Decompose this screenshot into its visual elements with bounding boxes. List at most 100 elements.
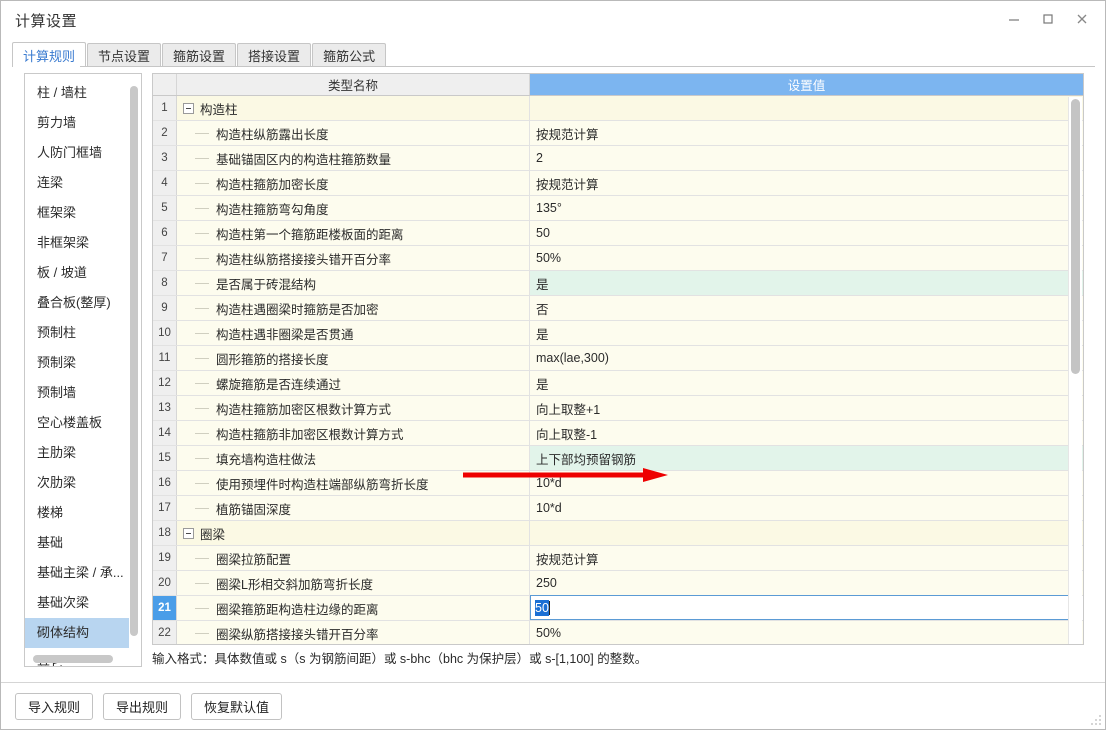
- grid-header-setting-value[interactable]: 设置值: [530, 74, 1083, 95]
- table-row[interactable]: 18 圈梁: [153, 521, 1083, 546]
- sidebar-item[interactable]: 基础次梁: [25, 588, 129, 618]
- sidebar-item[interactable]: 次肋梁: [25, 468, 129, 498]
- cell-setting-value[interactable]: 2: [530, 146, 1083, 170]
- close-icon[interactable]: [1065, 5, 1099, 33]
- table-row[interactable]: 6 构造柱第一个箍筋距楼板面的距离 50: [153, 221, 1083, 246]
- cell-type-name[interactable]: 构造柱纵筋搭接接头错开百分率: [177, 246, 530, 270]
- sidebar-horizontal-scrollbar[interactable]: [29, 655, 135, 663]
- cell-type-name[interactable]: 构造柱遇非圈梁是否贯通: [177, 321, 530, 345]
- cell-type-name[interactable]: 圈梁箍筋距构造柱边缘的距离: [177, 596, 530, 620]
- restore-defaults-button[interactable]: 恢复默认值: [191, 693, 283, 720]
- sidebar-item[interactable]: 连梁: [25, 168, 129, 198]
- table-row[interactable]: 10 构造柱遇非圈梁是否贯通 是: [153, 321, 1083, 346]
- tab-calculation-rules[interactable]: 计算规则: [12, 42, 87, 67]
- row-number[interactable]: 10: [153, 321, 177, 345]
- sidebar-item[interactable]: 空心楼盖板: [25, 408, 129, 438]
- row-number[interactable]: 21: [153, 596, 177, 620]
- cell-setting-value[interactable]: 250: [530, 571, 1083, 595]
- row-number[interactable]: 1: [153, 96, 177, 120]
- tab-lap-settings[interactable]: 搭接设置: [237, 43, 312, 67]
- sidebar-item[interactable]: 预制柱: [25, 318, 129, 348]
- table-row[interactable]: 1 构造柱: [153, 96, 1083, 121]
- cell-type-name[interactable]: 使用预埋件时构造柱端部纵筋弯折长度: [177, 471, 530, 495]
- minimize-icon[interactable]: [997, 5, 1031, 33]
- cell-type-name[interactable]: 植筋锚固深度: [177, 496, 530, 520]
- cell-setting-value[interactable]: 按规范计算: [530, 121, 1083, 145]
- maximize-icon[interactable]: [1031, 5, 1065, 33]
- row-number[interactable]: 13: [153, 396, 177, 420]
- sidebar-item[interactable]: 预制梁: [25, 348, 129, 378]
- sidebar-item[interactable]: 砌体结构: [25, 618, 129, 648]
- cell-setting-value[interactable]: 50%: [530, 621, 1083, 644]
- tab-node-settings[interactable]: 节点设置: [87, 43, 162, 67]
- cell-type-name[interactable]: 是否属于砖混结构: [177, 271, 530, 295]
- cell-setting-value[interactable]: 上下部均预留钢筋: [530, 446, 1083, 470]
- sidebar-item[interactable]: 主肋梁: [25, 438, 129, 468]
- cell-setting-value[interactable]: 50: [530, 595, 1083, 620]
- table-row[interactable]: 3 基础锚固区内的构造柱箍筋数量 2: [153, 146, 1083, 171]
- table-row[interactable]: 12 螺旋箍筋是否连续通过 是: [153, 371, 1083, 396]
- sidebar-item[interactable]: 基础: [25, 528, 129, 558]
- cell-type-name[interactable]: 填充墙构造柱做法: [177, 446, 530, 470]
- sidebar-item[interactable]: 基础主梁 / 承...: [25, 558, 129, 588]
- sidebar-item[interactable]: 非框架梁: [25, 228, 129, 258]
- sidebar-vertical-scrollbar[interactable]: [130, 78, 138, 648]
- row-number[interactable]: 22: [153, 621, 177, 644]
- import-rules-button[interactable]: 导入规则: [15, 693, 94, 720]
- cell-setting-value[interactable]: 50: [530, 221, 1083, 245]
- cell-setting-value[interactable]: 向上取整+1: [530, 396, 1083, 420]
- row-number[interactable]: 9: [153, 296, 177, 320]
- tab-stirrup-formula[interactable]: 箍筋公式: [312, 43, 387, 67]
- row-number[interactable]: 5: [153, 196, 177, 220]
- cell-setting-value[interactable]: 135°: [530, 196, 1083, 220]
- cell-type-name[interactable]: 构造柱箍筋加密区根数计算方式: [177, 396, 530, 420]
- sidebar-item[interactable]: 板 / 坡道: [25, 258, 129, 288]
- table-row[interactable]: 22 圈梁纵筋搭接接头错开百分率 50%: [153, 621, 1083, 644]
- cell-type-name[interactable]: 圈梁纵筋搭接接头错开百分率: [177, 621, 530, 644]
- row-number[interactable]: 8: [153, 271, 177, 295]
- tab-stirrup-settings[interactable]: 箍筋设置: [162, 43, 237, 67]
- cell-type-name[interactable]: 基础锚固区内的构造柱箍筋数量: [177, 146, 530, 170]
- table-row[interactable]: 19 圈梁拉筋配置 按规范计算: [153, 546, 1083, 571]
- cell-setting-value[interactable]: 50%: [530, 246, 1083, 270]
- cell-type-name[interactable]: 圈梁: [177, 521, 530, 545]
- sidebar-vertical-scroll-thumb[interactable]: [130, 86, 138, 636]
- table-row[interactable]: 20 圈梁L形相交斜加筋弯折长度 250: [153, 571, 1083, 596]
- table-row[interactable]: 4 构造柱箍筋加密长度 按规范计算: [153, 171, 1083, 196]
- cell-type-name[interactable]: 构造柱箍筋弯勾角度: [177, 196, 530, 220]
- row-number[interactable]: 7: [153, 246, 177, 270]
- cell-type-name[interactable]: 构造柱箍筋加密长度: [177, 171, 530, 195]
- row-number[interactable]: 11: [153, 346, 177, 370]
- cell-setting-value[interactable]: 否: [530, 296, 1083, 320]
- row-number[interactable]: 14: [153, 421, 177, 445]
- grid-vertical-scroll-thumb[interactable]: [1071, 99, 1080, 374]
- row-number[interactable]: 3: [153, 146, 177, 170]
- table-row[interactable]: 5 构造柱箍筋弯勾角度 135°: [153, 196, 1083, 221]
- cell-setting-value[interactable]: 按规范计算: [530, 546, 1083, 570]
- cell-setting-value[interactable]: 是: [530, 271, 1083, 295]
- row-number[interactable]: 17: [153, 496, 177, 520]
- table-row[interactable]: 2 构造柱纵筋露出长度 按规范计算: [153, 121, 1083, 146]
- row-number[interactable]: 19: [153, 546, 177, 570]
- table-row[interactable]: 16 使用预埋件时构造柱端部纵筋弯折长度 10*d: [153, 471, 1083, 496]
- table-row[interactable]: 11 圆形箍筋的搭接长度 max(lae,300): [153, 346, 1083, 371]
- row-number[interactable]: 15: [153, 446, 177, 470]
- cell-setting-value[interactable]: [530, 96, 1083, 120]
- row-number[interactable]: 12: [153, 371, 177, 395]
- cell-setting-value[interactable]: 向上取整-1: [530, 421, 1083, 445]
- cell-type-name[interactable]: 圈梁L形相交斜加筋弯折长度: [177, 571, 530, 595]
- cell-setting-value[interactable]: max(lae,300): [530, 346, 1083, 370]
- cell-type-name[interactable]: 构造柱遇圈梁时箍筋是否加密: [177, 296, 530, 320]
- cell-setting-value[interactable]: 是: [530, 371, 1083, 395]
- sidebar-item[interactable]: 楼梯: [25, 498, 129, 528]
- cell-setting-value[interactable]: [530, 521, 1083, 545]
- table-row[interactable]: 21 圈梁箍筋距构造柱边缘的距离 50: [153, 595, 1083, 621]
- row-number[interactable]: 2: [153, 121, 177, 145]
- export-rules-button[interactable]: 导出规则: [103, 693, 182, 720]
- row-number[interactable]: 4: [153, 171, 177, 195]
- sidebar-item[interactable]: 叠合板(整厚): [25, 288, 129, 318]
- sidebar-item[interactable]: 剪力墙: [25, 108, 129, 138]
- cell-type-name[interactable]: 圆形箍筋的搭接长度: [177, 346, 530, 370]
- cell-type-name[interactable]: 构造柱纵筋露出长度: [177, 121, 530, 145]
- cell-setting-value[interactable]: 是: [530, 321, 1083, 345]
